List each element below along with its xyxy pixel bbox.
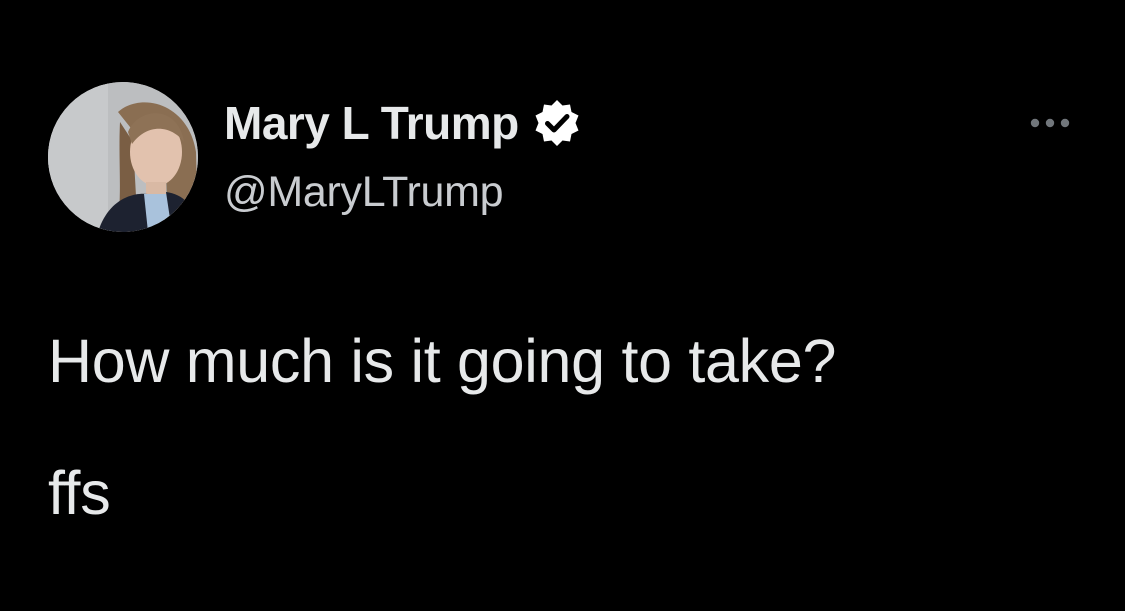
more-options-button[interactable] <box>1025 108 1075 138</box>
author-display-name[interactable]: Mary L Trump <box>224 96 519 150</box>
tweet-text-line: How much is it going to take? <box>48 327 837 395</box>
author-avatar[interactable] <box>48 82 198 232</box>
author-name-row: Mary L Trump <box>224 94 583 152</box>
more-options-icon <box>1030 118 1070 128</box>
author-handle[interactable]: @MaryLTrump <box>224 168 504 217</box>
avatar-photo-icon <box>48 82 198 232</box>
tweet-card: Mary L Trump @MaryLTrump How much is it … <box>0 0 1125 611</box>
tweet-text-line: ffs <box>48 459 111 527</box>
verified-badge-icon <box>531 97 583 149</box>
